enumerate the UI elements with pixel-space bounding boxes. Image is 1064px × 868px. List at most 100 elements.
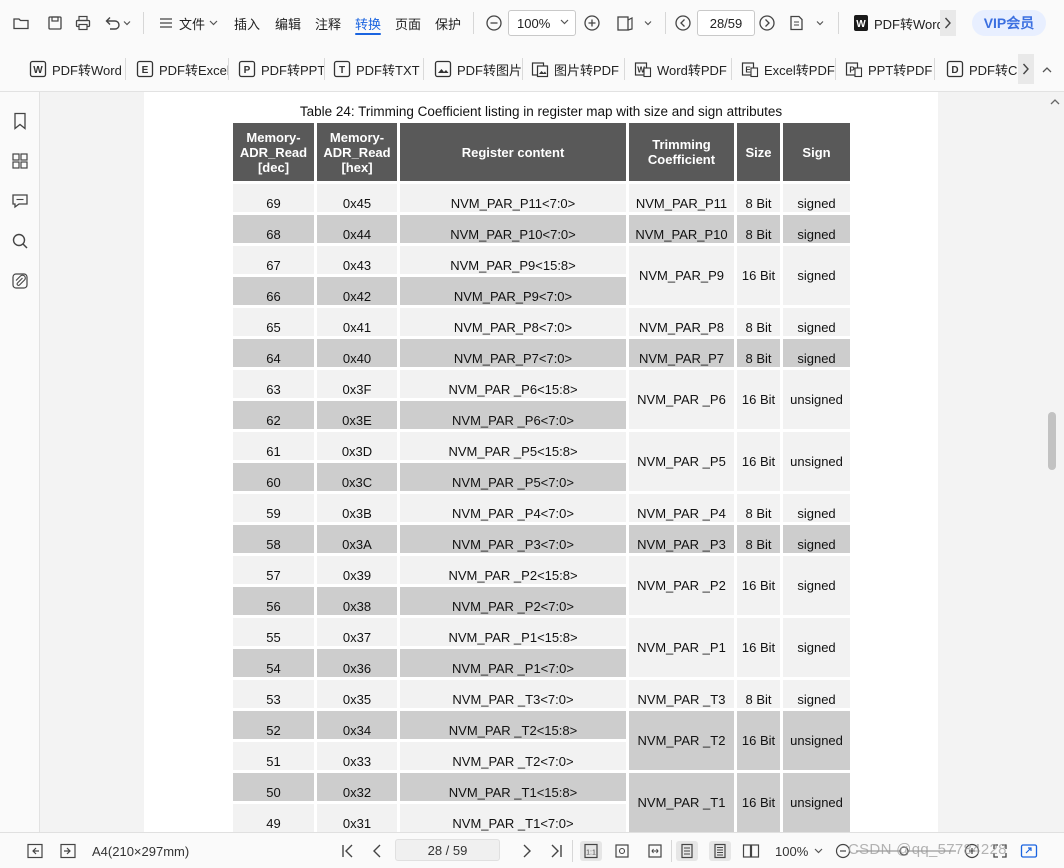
page-indicator-input[interactable]: 28 / 59 bbox=[395, 839, 500, 861]
convert-pdf-to-ppt-button[interactable]: P PDF转PPT bbox=[238, 56, 325, 82]
left-sidebar bbox=[0, 92, 40, 832]
cell-sign: signed bbox=[783, 556, 850, 615]
cell-sign: signed bbox=[783, 246, 850, 305]
convert-word-to-pdf-button[interactable]: W Word转PDF bbox=[634, 56, 727, 82]
pdf-page: Table 24: Trimming Coefficient listing i… bbox=[144, 92, 938, 832]
prev-page-icon[interactable] bbox=[369, 841, 385, 861]
menu-insert[interactable]: 插入 bbox=[234, 10, 260, 36]
table-row: 52 0x34 NVM_PAR _T2<15:8> NVM_PAR _T2 16… bbox=[233, 711, 850, 770]
actual-size-icon[interactable]: 1:1 bbox=[580, 841, 602, 861]
chevron-down-icon bbox=[814, 848, 823, 854]
excel-to-pdf-icon: E bbox=[741, 60, 759, 78]
fit-page-icon[interactable] bbox=[614, 841, 630, 861]
page-layout-icon[interactable] bbox=[612, 10, 656, 36]
menu-file[interactable]: 文件 bbox=[159, 10, 218, 36]
cell-size: 16 Bit bbox=[737, 773, 780, 832]
status-bar: A4(210×297mm) 28 / 59 1:1 100% CSDN @qq_… bbox=[0, 832, 1064, 868]
toolbar-divider bbox=[228, 58, 229, 80]
header-content: Register content bbox=[400, 123, 626, 181]
next-page-icon[interactable] bbox=[754, 10, 780, 36]
bookmark-icon[interactable] bbox=[10, 111, 30, 131]
first-page-icon[interactable] bbox=[340, 841, 356, 861]
double-page-view-icon[interactable] bbox=[742, 841, 760, 861]
chevron-down-icon bbox=[209, 20, 218, 26]
cell-coefficient: NVM_PAR_P10 bbox=[629, 215, 734, 243]
cell-coefficient: NVM_PAR _T3 bbox=[629, 680, 734, 708]
status-divider bbox=[671, 840, 672, 862]
open-folder-icon[interactable] bbox=[8, 10, 34, 36]
cell-sign: signed bbox=[783, 494, 850, 522]
svg-text:T: T bbox=[339, 65, 345, 76]
read-mode-icon[interactable] bbox=[784, 10, 828, 36]
toolbar-divider bbox=[473, 12, 474, 34]
menu-protect[interactable]: 保护 bbox=[435, 10, 461, 36]
menu-page[interactable]: 页面 bbox=[395, 10, 421, 36]
cell-hex: 0x3E bbox=[317, 401, 397, 429]
scroll-up-arrow-icon[interactable] bbox=[1050, 98, 1060, 105]
vip-badge[interactable]: VIP会员 bbox=[972, 10, 1046, 36]
page-number-input[interactable]: 28/59 bbox=[697, 10, 755, 36]
thumbnails-icon[interactable] bbox=[10, 151, 30, 171]
convert-pdf-to-image-button[interactable]: PDF转图片 bbox=[434, 56, 522, 82]
header-size: Size bbox=[737, 123, 780, 181]
chevron-right-icon[interactable] bbox=[1018, 54, 1034, 84]
excel-file-icon: E bbox=[136, 60, 154, 78]
convert-ppt-to-pdf-button[interactable]: P PPT转PDF bbox=[845, 56, 932, 82]
continuous-view-icon[interactable] bbox=[709, 841, 731, 861]
search-icon[interactable] bbox=[10, 231, 30, 251]
convert-pdf-to-excel-button[interactable]: E PDF转Excel bbox=[136, 56, 230, 82]
zoom-out-icon[interactable] bbox=[481, 10, 507, 36]
fit-width-icon[interactable] bbox=[647, 841, 663, 861]
convert-label: PDF转Excel bbox=[159, 62, 230, 78]
toolbar-divider bbox=[125, 58, 126, 80]
cell-dec: 52 bbox=[233, 711, 314, 739]
convert-excel-to-pdf-button[interactable]: E Excel转PDF bbox=[741, 56, 835, 82]
status-zoom-select[interactable]: 100% bbox=[775, 841, 823, 861]
share-icon[interactable] bbox=[1020, 841, 1038, 861]
menu-convert[interactable]: 转换 bbox=[355, 10, 382, 36]
header-hex: Memory-ADR_Read [hex] bbox=[317, 123, 397, 181]
scrollbar-thumb[interactable] bbox=[1048, 412, 1056, 470]
convert-pdf-to-txt-button[interactable]: T PDF转TXT bbox=[333, 56, 420, 82]
prev-page-icon[interactable] bbox=[670, 10, 696, 36]
last-page-icon[interactable] bbox=[548, 841, 564, 861]
single-page-view-icon[interactable] bbox=[676, 841, 698, 861]
menu-edit[interactable]: 编辑 bbox=[275, 10, 301, 36]
convert-pdf-to-word-button[interactable]: W PDF转Word bbox=[29, 56, 122, 82]
document-canvas[interactable]: Table 24: Trimming Coefficient listing i… bbox=[40, 92, 1046, 832]
convert-label: Excel转PDF bbox=[764, 62, 835, 78]
zoom-select[interactable]: 100% bbox=[508, 10, 576, 36]
svg-text:D: D bbox=[951, 65, 958, 76]
attachment-icon[interactable] bbox=[10, 271, 30, 291]
save-icon[interactable] bbox=[42, 10, 68, 36]
menu-annotate[interactable]: 注释 bbox=[315, 10, 341, 36]
cell-sign: signed bbox=[783, 618, 850, 677]
comment-icon[interactable] bbox=[10, 191, 30, 211]
zoom-in-icon[interactable] bbox=[579, 10, 605, 36]
next-page-icon[interactable] bbox=[519, 841, 535, 861]
convert-label: 图片转PDF bbox=[554, 62, 620, 78]
undo-icon[interactable] bbox=[100, 10, 134, 36]
chevron-up-icon[interactable] bbox=[1040, 63, 1054, 75]
register-table: Memory-ADR_Read [dec] Memory-ADR_Read [h… bbox=[230, 120, 853, 832]
collapse-sidebar-icon[interactable] bbox=[26, 841, 44, 861]
cell-hex: 0x38 bbox=[317, 587, 397, 615]
cell-coefficient: NVM_PAR_P11 bbox=[629, 184, 734, 212]
expand-panel-icon[interactable] bbox=[59, 841, 77, 861]
pdf-to-word-button[interactable]: W PDF转Word bbox=[853, 10, 942, 36]
cell-size: 16 Bit bbox=[737, 246, 780, 305]
chevron-right-icon[interactable] bbox=[940, 10, 956, 36]
toolbar-divider bbox=[838, 12, 839, 34]
cell-dec: 58 bbox=[233, 525, 314, 553]
cell-content: NVM_PAR_P9<15:8> bbox=[400, 246, 626, 274]
cell-content: NVM_PAR _T1<7:0> bbox=[400, 804, 626, 832]
table-row: 53 0x35 NVM_PAR _T3<7:0> NVM_PAR _T3 8 B… bbox=[233, 680, 850, 708]
table-row: 67 0x43 NVM_PAR_P9<15:8> NVM_PAR_P9 16 B… bbox=[233, 246, 850, 305]
pdf-to-word-label: PDF转Word bbox=[874, 16, 942, 32]
cell-dec: 64 bbox=[233, 339, 314, 367]
convert-pdf-to-cad-button[interactable]: D PDF转CA bbox=[946, 56, 1017, 82]
cell-content: NVM_PAR _T3<7:0> bbox=[400, 680, 626, 708]
print-icon[interactable] bbox=[70, 10, 96, 36]
cell-hex: 0x35 bbox=[317, 680, 397, 708]
convert-image-to-pdf-button[interactable]: 图片转PDF bbox=[531, 56, 619, 82]
